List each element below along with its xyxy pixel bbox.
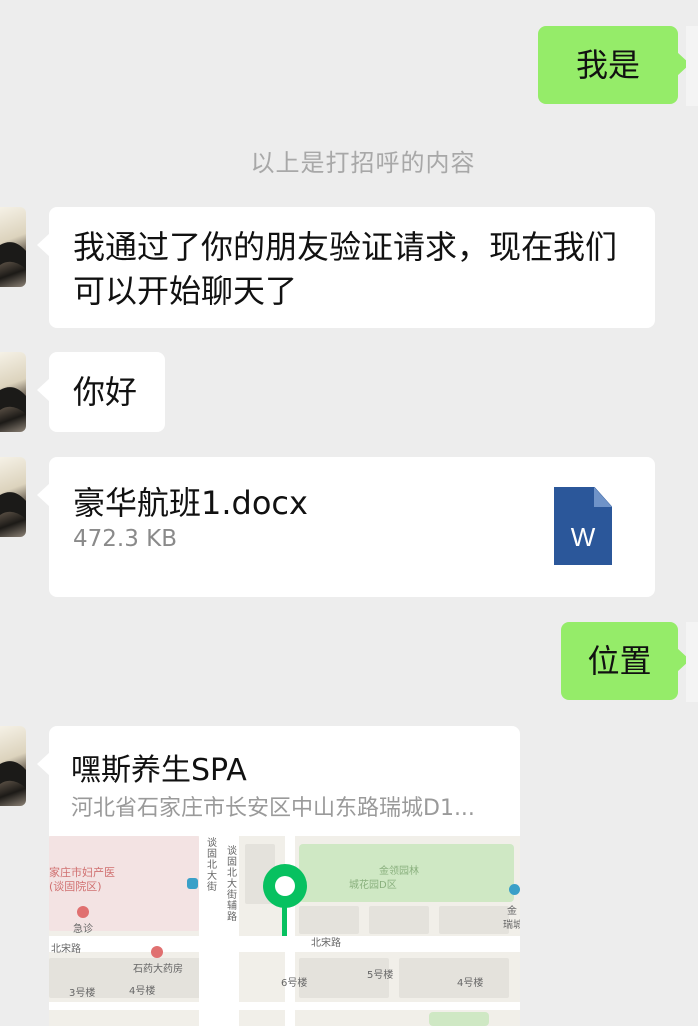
map-label-street-1: 谈固北大街 bbox=[207, 838, 217, 893]
map-label-garden-sub: 城花园D区 bbox=[349, 880, 397, 891]
contact-avatar[interactable] bbox=[0, 726, 26, 806]
file-name: 豪华航班1.docx bbox=[73, 484, 308, 522]
pharmacy-icon bbox=[151, 946, 163, 958]
file-size: 472.3 KB bbox=[73, 526, 178, 552]
message-text: 我通过了你的朋友验证请求，现在我们可以开始聊天了 bbox=[73, 228, 618, 310]
map-label-street-2: 谈固北大街辅路 bbox=[227, 846, 237, 923]
map-label-building-6: 6号楼 bbox=[281, 978, 308, 989]
map-label-north-song-rd-right: 北宋路 bbox=[311, 938, 341, 949]
map-label-pharmacy: 石药大药房 bbox=[133, 964, 183, 975]
outgoing-message-bubble[interactable]: 位置 bbox=[561, 622, 690, 700]
map-label-hospital-district: (谈固院区) bbox=[49, 880, 102, 893]
location-address: 河北省石家庄市长安区中山东路瑞城D1... bbox=[71, 796, 475, 821]
avatar-image bbox=[0, 761, 26, 788]
map-label-building-4: 4号楼 bbox=[129, 986, 156, 997]
location-pin-stem bbox=[282, 904, 287, 936]
map-label-emergency: 急诊 bbox=[73, 924, 93, 935]
incoming-message-bubble[interactable]: 你好 bbox=[37, 352, 165, 432]
map-label-hospital: 家庄市妇产医 bbox=[49, 866, 115, 879]
contact-avatar[interactable] bbox=[0, 457, 26, 537]
message-text: 我是 bbox=[575, 46, 640, 84]
avatar-image bbox=[0, 387, 26, 414]
location-pin-icon bbox=[263, 864, 307, 908]
word-doc-icon: W bbox=[554, 487, 612, 565]
hospital-icon bbox=[77, 906, 89, 918]
self-avatar[interactable] bbox=[686, 26, 698, 106]
map-label-ruicheng: 金 bbox=[507, 906, 517, 917]
poi-icon bbox=[509, 884, 520, 895]
map-label-building-5: 5号楼 bbox=[367, 970, 394, 981]
doc-type-letter: W bbox=[570, 522, 596, 552]
location-map-preview[interactable]: 家庄市妇产医 (谈固院区) 急诊 谈固北大街 谈固北大街辅路 北宋路 北宋路 石… bbox=[49, 836, 520, 1026]
contact-avatar[interactable] bbox=[0, 207, 26, 287]
outgoing-message-bubble[interactable]: 我是 bbox=[538, 26, 690, 104]
map-label-building-3: 3号楼 bbox=[69, 988, 96, 999]
avatar-image bbox=[0, 492, 26, 519]
map-label-ruicheng2: 瑞城 bbox=[503, 920, 520, 931]
doc-fold-corner bbox=[594, 487, 612, 507]
message-text: 位置 bbox=[587, 642, 652, 680]
system-notice: 以上是打招呼的内容 bbox=[250, 149, 476, 177]
self-avatar[interactable] bbox=[686, 622, 698, 702]
map-label-building-4b: 4号楼 bbox=[457, 978, 484, 989]
bus-stop-icon bbox=[187, 878, 198, 889]
location-title: 嘿斯养生SPA bbox=[71, 753, 247, 788]
map-label-north-song-rd-left: 北宋路 bbox=[51, 944, 81, 955]
location-message-card[interactable]: 嘿斯养生SPA 河北省石家庄市长安区中山东路瑞城D1... 家庄市妇产医 (谈固… bbox=[37, 726, 520, 1026]
message-text: 你好 bbox=[73, 373, 138, 411]
avatar-image bbox=[0, 242, 26, 269]
map-label-garden: 金领园林 bbox=[379, 866, 419, 877]
contact-avatar[interactable] bbox=[0, 352, 26, 432]
incoming-message-bubble[interactable]: 我通过了你的朋友验证请求，现在我们可以开始聊天了 bbox=[37, 207, 655, 328]
file-message-card[interactable]: 豪华航班1.docx 472.3 KB W bbox=[37, 457, 655, 597]
